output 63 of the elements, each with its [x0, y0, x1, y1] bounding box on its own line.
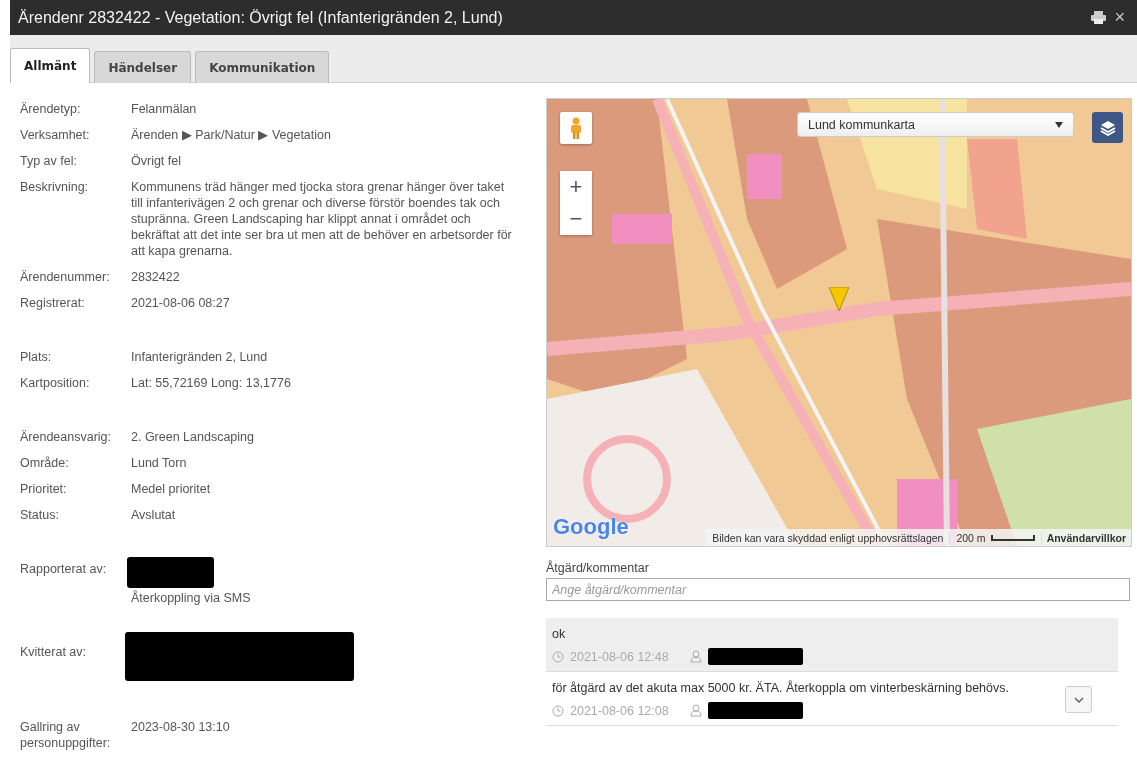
map[interactable]: + − Lund kommunkarta Google Bilden kan vara skyddad enligt upphovsrättslagen 200 m Användarvillkor: [546, 98, 1132, 547]
field-label: Beskrivning:: [20, 179, 90, 195]
field-value: Lund Torn: [131, 455, 188, 471]
printer-icon[interactable]: [1091, 11, 1107, 24]
field-label: Plats:: [20, 349, 53, 365]
field-value: 2832422: [131, 269, 181, 285]
scale-label: 200 m: [956, 531, 986, 544]
comment-time: 2021-08-06 12:48: [570, 649, 670, 664]
map-marker-icon[interactable]: [829, 287, 849, 313]
comment-input[interactable]: Ange åtgärd/kommentar: [546, 578, 1130, 601]
pegman-button[interactable]: [560, 112, 592, 144]
field-label: Status:: [20, 507, 60, 523]
field-label: Ärendeansvarig:: [20, 429, 113, 445]
field-value: Lat: 55,72169 Long: 13,1776: [131, 375, 292, 391]
map-layer-select[interactable]: Lund kommunkarta: [797, 112, 1074, 137]
tab[interactable]: Allmänt: [10, 48, 91, 83]
comment-item[interactable]: ok 2021-08-06 12:48: [546, 618, 1118, 672]
scale-bar-icon: [990, 534, 1035, 541]
map-logo: Google: [553, 514, 629, 540]
terms-link[interactable]: Användarvillkor: [1040, 531, 1131, 544]
person-icon: [690, 650, 702, 663]
zoom-in-button[interactable]: +: [560, 171, 592, 203]
comment-time: 2021-08-06 12:08: [570, 703, 670, 718]
field-value: 2. Green Landscaping: [131, 429, 255, 445]
field-label: Prioritet:: [20, 481, 68, 497]
field-label: Kvitterat av:: [20, 644, 87, 660]
field-label: Gallring av personuppgifter:: [20, 719, 112, 751]
field-label: Ärendenummer:: [20, 269, 111, 285]
window-title: Ärendenr 2832422 - Vegetation: Övrigt fel (Infanterigränden 2, Lund): [18, 8, 503, 27]
field-value: 2023-08-30 13:10: [131, 719, 231, 735]
person-icon: [690, 704, 702, 717]
close-button[interactable]: ×: [1114, 7, 1125, 28]
caret-icon: [1055, 121, 1063, 128]
field-label: Ärendetyp:: [20, 101, 82, 117]
field-value: Felanmälan: [131, 101, 198, 117]
expand-button[interactable]: [1065, 686, 1092, 713]
field-label: Registrerat:: [20, 295, 86, 311]
layers-icon: [1099, 119, 1116, 136]
field-value: Medel prioritet: [131, 481, 212, 497]
tab[interactable]: Kommunikation: [195, 51, 330, 83]
field-value: Infanterigränden 2, Lund: [131, 349, 269, 365]
field-label: Område:: [20, 455, 70, 471]
comment-label: Åtgärd/kommentar: [546, 561, 650, 575]
comment-text: för åtgärd av det akuta max 5000 kr. ÄTA. Återkoppla om vinterbeskärning behövs.: [552, 681, 1009, 695]
attribution-text: Bilden kan vara skyddad enligt upphovsrättslagen: [711, 531, 945, 544]
zoom-out-button[interactable]: −: [560, 203, 592, 235]
field-label: Rapporterat av:: [20, 561, 108, 577]
field-value: Övrigt fel: [131, 153, 182, 169]
chevron-down-icon: [1073, 696, 1084, 703]
field-value: Ärenden ▶ Park/Natur ▶ Vegetation: [131, 127, 332, 143]
layers-button[interactable]: [1092, 112, 1123, 143]
field-value: Kommunens träd hänger med tjocka stora grenar hänger över taket till infanterivägen 2 och grenar och diverse förstör boendes tak och stupränna. Green Landscaping har klippt annat i området och bekräftat att det inte ser bra ut men att de behöver en arbetsorder för att kapa grenarna.: [131, 179, 513, 259]
clock-icon: [552, 704, 564, 717]
tab[interactable]: Händelser: [94, 51, 192, 83]
field-label: Kartposition:: [20, 375, 91, 391]
field-label: Typ av fel:: [20, 153, 78, 169]
comment-text: ok: [552, 627, 566, 641]
field-value: Avslutat: [131, 507, 177, 523]
field-value: 2021-08-06 08:27: [131, 295, 231, 311]
field-label: Verksamhet:: [20, 127, 91, 143]
pegman-icon: [570, 117, 582, 139]
clock-icon: [552, 650, 564, 663]
field-value: Återkoppling via SMS: [131, 590, 252, 606]
